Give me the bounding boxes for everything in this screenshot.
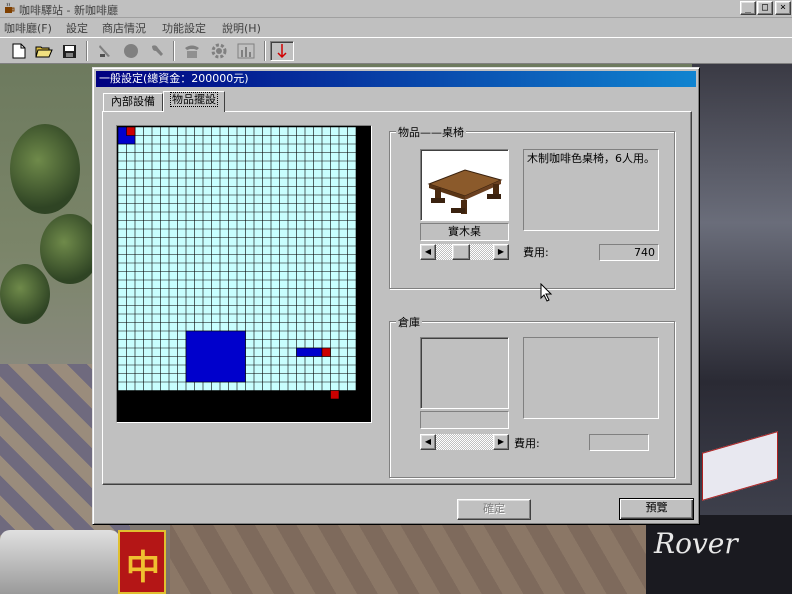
sign-red-text: 中 — [126, 548, 160, 588]
gear-button[interactable] — [208, 41, 230, 61]
menu-shop-status[interactable]: 商店情況 — [102, 20, 146, 36]
ok-button[interactable]: 確定 — [457, 499, 531, 520]
preview-button-label: 預覽 — [645, 501, 668, 514]
storage-description — [523, 337, 659, 419]
tab-item-placement-label: 物品擺設 — [170, 92, 218, 107]
item-name: 實木桌 — [448, 225, 481, 238]
placed-table-block — [185, 330, 246, 383]
scroll-left-button[interactable]: ◀ — [420, 244, 436, 260]
tab-interior-equipment[interactable]: 內部設備 — [103, 93, 163, 111]
plaza-pavement — [170, 524, 690, 594]
placed-marker — [330, 390, 340, 400]
item-cost-label: 費用: — [523, 246, 549, 259]
open-folder-icon — [35, 46, 53, 58]
chart-icon — [237, 43, 255, 59]
knife-icon — [99, 45, 110, 57]
tree — [40, 214, 100, 284]
wrench-button[interactable] — [146, 41, 168, 61]
toolbar — [0, 37, 792, 64]
red-arrow-icon — [277, 44, 287, 59]
open-button[interactable] — [33, 41, 55, 61]
sign-rover-text: Rover — [654, 527, 738, 560]
new-file-icon — [12, 43, 26, 59]
item-description: 木制咖啡色桌椅，6人用。 — [523, 149, 659, 231]
scroll-left-glyph: ◀ — [424, 247, 432, 256]
maximize-button[interactable]: □ — [757, 1, 773, 15]
item-group-label: 物品——桌椅 — [396, 124, 466, 140]
item-preview — [420, 149, 509, 221]
shop-sign-rover: Rover — [646, 515, 792, 594]
toolbar-separator — [86, 41, 88, 61]
minimize-button[interactable]: _ — [740, 1, 756, 15]
tree — [10, 124, 80, 214]
new-file-button[interactable] — [8, 41, 30, 61]
scroll-track[interactable] — [436, 244, 493, 260]
item-cost-value: 740 — [599, 244, 659, 261]
app-title: 咖啡驛站 - 新咖啡廳 — [19, 4, 118, 17]
toolbar-separator — [173, 41, 175, 61]
storage-scroll-left-button[interactable]: ◀ — [420, 434, 436, 450]
storage-cost-label: 費用: — [514, 437, 540, 450]
menu-functions[interactable]: 功能設定 — [162, 20, 206, 36]
bus-roof — [0, 530, 120, 594]
menu-bar: 咖啡廳(F) 設定 商店情況 功能設定 說明(H) — [0, 18, 792, 37]
scroll-right-glyph: ▶ — [497, 247, 505, 256]
placed-object — [296, 347, 323, 357]
floor-grid-canvas[interactable] — [117, 126, 371, 422]
toolbar-separator — [264, 41, 266, 61]
storage-scroll-track[interactable] — [436, 434, 493, 450]
mouse-cursor-icon — [540, 283, 553, 302]
dialog-title-bar: 一般設定(總資金：200000元) — [96, 71, 696, 87]
storage-group-label: 倉庫 — [396, 314, 422, 330]
tree — [0, 264, 50, 324]
storage-cost-value — [589, 434, 649, 451]
item-description-text: 木制咖啡色桌椅，6人用。 — [527, 152, 655, 165]
placed-marker — [321, 347, 331, 357]
close-button[interactable]: × — [775, 1, 791, 15]
coffee-cup-icon — [5, 2, 15, 13]
placed-marker — [126, 126, 136, 136]
wooden-table-icon — [427, 169, 503, 214]
preview-button[interactable]: 預覽 — [619, 498, 694, 520]
save-disk-icon — [62, 44, 76, 58]
close-glyph: × — [779, 2, 787, 13]
storage-scroll-right-button[interactable]: ▶ — [493, 434, 509, 450]
storage-scroll-left-glyph: ◀ — [424, 437, 432, 446]
scroll-thumb[interactable] — [452, 244, 470, 260]
red-arrow-button[interactable] — [270, 41, 294, 61]
storage-name-box — [420, 411, 509, 429]
save-button[interactable] — [58, 41, 80, 61]
item-name-box: 實木桌 — [420, 223, 509, 241]
circle-button[interactable] — [120, 41, 142, 61]
item-cost-text: 740 — [634, 246, 655, 259]
wrench-icon — [152, 45, 163, 56]
menu-cafe[interactable]: 咖啡廳(F) — [4, 20, 52, 36]
app-title-bar: 咖啡驛站 - 新咖啡廳 _ □ × — [0, 0, 792, 18]
maximize-glyph: □ — [761, 2, 769, 13]
minimize-glyph: _ — [744, 2, 752, 13]
phone-icon — [185, 45, 199, 58]
tab-interior-equipment-label: 內部設備 — [111, 95, 155, 108]
ok-button-label: 確定 — [483, 502, 505, 515]
circle-icon — [124, 44, 138, 58]
floor-layout-grid[interactable] — [116, 125, 372, 423]
storage-scroll-right-glyph: ▶ — [497, 437, 505, 446]
general-settings-dialog: 一般設定(總資金：200000元) 內部設備 物品擺設 物品——桌椅 實木桌 ◀… — [92, 67, 700, 525]
knife-button[interactable] — [94, 41, 116, 61]
item-scrollbar[interactable]: ◀ ▶ — [420, 244, 509, 260]
gear-icon — [211, 43, 227, 59]
dialog-title: 一般設定(總資金：200000元) — [99, 72, 249, 85]
storage-scrollbar[interactable]: ◀ ▶ — [420, 434, 509, 450]
shop-sign-red: 中 — [118, 530, 166, 594]
storage-preview — [420, 337, 509, 409]
tab-item-placement[interactable]: 物品擺設 — [163, 91, 225, 112]
chart-button[interactable] — [235, 41, 257, 61]
menu-help[interactable]: 說明(H) — [222, 20, 261, 36]
menu-settings[interactable]: 設定 — [66, 20, 88, 36]
phone-button[interactable] — [181, 41, 203, 61]
scroll-right-button[interactable]: ▶ — [493, 244, 509, 260]
